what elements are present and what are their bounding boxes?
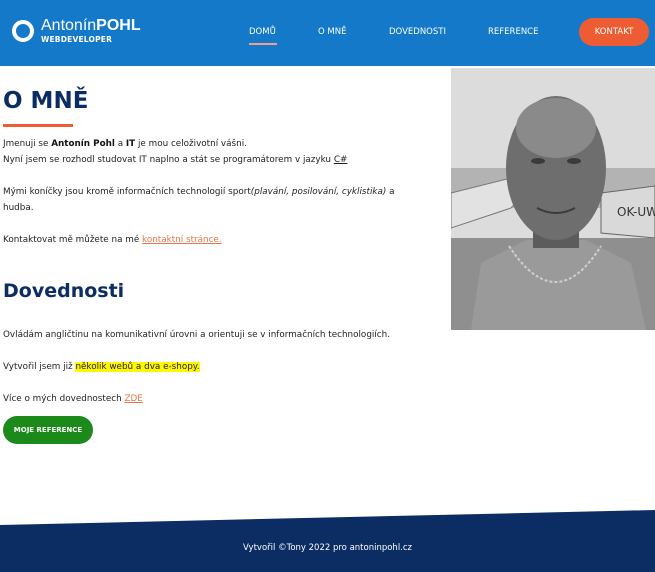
about-text: Jmenuji se [3,139,52,149]
logo-last-name: POHL [96,17,141,34]
contact-page-link[interactable]: kontaktní stránce. [142,235,222,245]
profile-photo: OK-UW [451,68,655,330]
nav-active-indicator [249,43,277,45]
about-text: Kontaktovat mě můžete na mé [3,235,143,245]
about-name: Antonín Pohl [51,139,115,149]
about-it: IT [125,139,136,149]
footer-text: Vytvořil ©Tony 2022 pro antoninpohl.cz [242,543,413,553]
logo-first-name: Antonín [41,17,97,34]
logo-circle-icon [12,19,34,42]
about-paragraph-3: Kontaktovat mě můžete na mé kontaktní st… [3,232,443,248]
contact-button[interactable]: KONTAKT [579,18,649,46]
about-heading: O MNĚ [3,88,89,114]
skills-link[interactable]: ZDE [124,394,142,404]
skills-paragraph-1: Ovládám angličtinu na komunikativní úrov… [3,330,390,340]
skills-text: Vytvořil jsem již [3,362,76,372]
skills-heading: Dovednosti [3,280,125,302]
logo-text: AntonínPOHL WEBDEVELOPER [41,18,141,44]
skills-paragraph-2: Vytvořil jsem již několik webů a dva e-s… [3,359,443,375]
hobbies-italic: (plavání, posilování, cyklistika) [250,187,387,197]
nav-item-skills[interactable]: DOVEDNOSTI [389,27,446,37]
skills-text: Více o mých dovednostech [3,394,125,404]
logo-name: AntonínPOHL [41,18,141,34]
highlighted-text: několik webů a dva e-shopy. [75,362,200,372]
about-text: a [114,139,126,149]
about-text: hudba. [3,203,34,213]
profile-photo-image: OK-UW [451,68,655,330]
logo-subtitle: WEBDEVELOPER [41,35,113,44]
footer-background [0,510,655,572]
about-paragraph-1: Jmenuji se Antonín Pohl a IT je mou celo… [3,136,443,168]
nav-item-home[interactable]: DOMŮ [249,27,276,37]
logo[interactable]: AntonínPOHL WEBDEVELOPER [12,18,141,44]
about-text: Nyní jsem se rozhodl studovat IT naplno … [3,155,334,165]
svg-text:OK-UW: OK-UW [617,205,655,219]
heading-underline [3,124,73,127]
csharp-link[interactable]: C# [334,155,348,165]
nav-item-references[interactable]: REFERENCE [488,27,538,37]
about-text: Mými koníčky jsou kromě informačních tec… [3,187,251,197]
site-header: AntonínPOHL WEBDEVELOPER DOMŮ O MNĚ DOVE… [0,0,655,66]
nav-item-about[interactable]: O MNĚ [318,27,346,37]
about-text: a [386,187,395,197]
about-paragraph-2: Mými koníčky jsou kromě informačních tec… [3,184,443,216]
my-references-button[interactable]: MOJE REFERENCE [3,416,93,444]
about-text: je mou celoživotní vášni. [135,139,247,149]
skills-paragraph-3: Více o mých dovednostech ZDE [3,391,443,407]
